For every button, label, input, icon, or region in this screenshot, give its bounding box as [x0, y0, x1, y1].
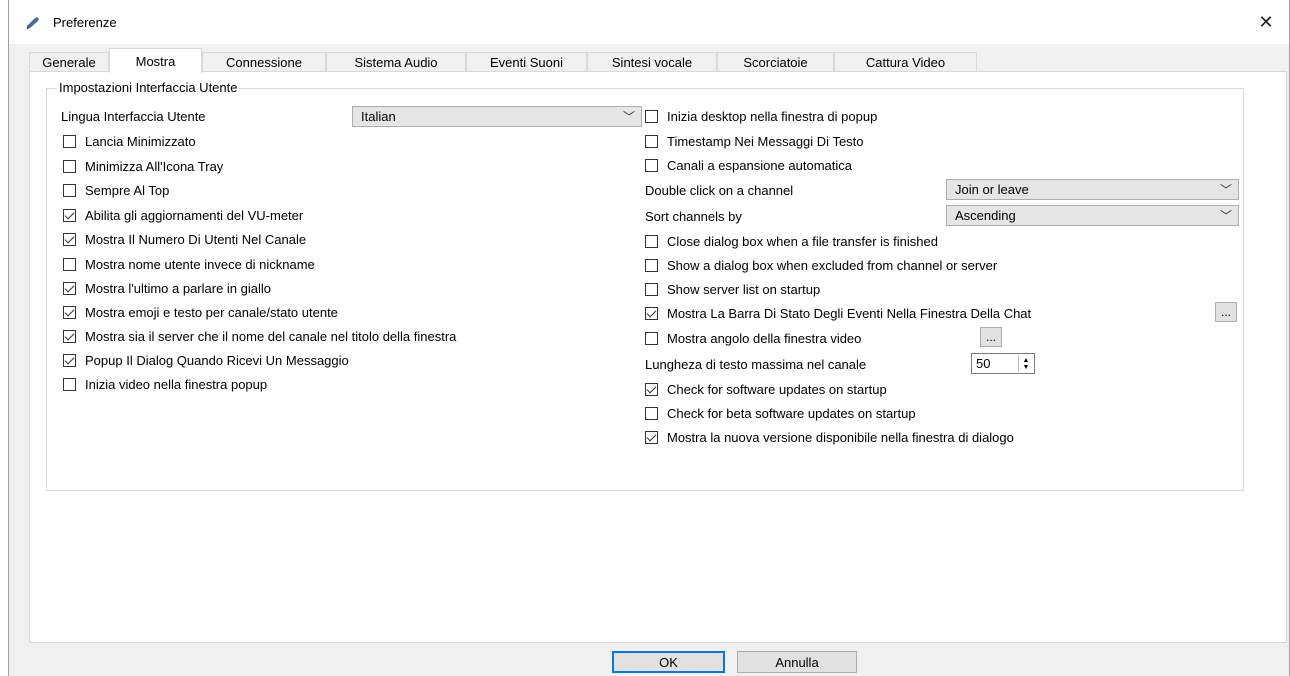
opt-popup-dialog[interactable]: Popup Il Dialog Quando Ricevi Un Messagg… [63, 351, 349, 369]
language-select[interactable]: Italian ﹀ [352, 106, 642, 127]
opt-sempre-al-top[interactable]: Sempre Al Top [63, 181, 169, 199]
checkbox[interactable] [63, 134, 76, 148]
checkbox[interactable] [63, 232, 76, 246]
max-text-spinner[interactable]: 50 ▲ ▼ [971, 353, 1035, 374]
cancel-button[interactable]: Annulla [737, 651, 857, 673]
checkbox[interactable] [645, 134, 658, 148]
spin-down-icon[interactable]: ▼ [1023, 364, 1030, 371]
tab-sistema-audio[interactable]: Sistema Audio [326, 52, 466, 72]
chevron-down-icon: ﹀ [622, 110, 635, 124]
opt-close-dialog-transfer[interactable]: Close dialog box when a file transfer is… [645, 232, 938, 250]
opt-server-canale-titolo[interactable]: Mostra sia il server che il nome del can… [63, 327, 456, 345]
checkbox[interactable] [63, 305, 76, 319]
opt-minimizza-tray[interactable]: Minimizza All'Icona Tray [63, 157, 223, 175]
spin-up-icon[interactable]: ▲ [1023, 357, 1030, 364]
sort-channels-select[interactable]: Ascending ﹀ [946, 205, 1239, 226]
opt-emoji-testo[interactable]: Mostra emoji e testo per canale/stato ut… [63, 303, 338, 321]
opt-barra-stato-eventi[interactable]: Mostra La Barra Di Stato Degli Eventi Ne… [645, 304, 1031, 322]
checkbox[interactable] [645, 306, 658, 320]
checkbox[interactable] [63, 208, 76, 222]
double-click-label: Double click on a channel [645, 182, 794, 198]
opt-numero-utenti[interactable]: Mostra Il Numero Di Utenti Nel Canale [63, 230, 306, 248]
opt-video-popup[interactable]: Inizia video nella finestra popup [63, 375, 267, 393]
opt-nome-utente[interactable]: Mostra nome utente invece di nickname [63, 255, 315, 273]
language-label: Lingua Interfaccia Utente [61, 108, 206, 124]
app-icon [27, 17, 39, 29]
double-click-select[interactable]: Join or leave ﹀ [946, 179, 1239, 200]
checkbox[interactable] [63, 159, 76, 173]
max-text-label: Lungheza di testo massima nel canale [645, 356, 867, 372]
tab-scorciatoie[interactable]: Scorciatoie [717, 52, 834, 72]
spin-arrows[interactable]: ▲ ▼ [1018, 355, 1033, 372]
checkbox[interactable] [63, 329, 76, 343]
tab-eventi-suoni[interactable]: Eventi Suoni [466, 52, 587, 72]
close-icon[interactable]: ✕ [1243, 0, 1289, 44]
opt-timestamp[interactable]: Timestamp Nei Messaggi Di Testo [645, 132, 864, 150]
opt-check-updates[interactable]: Check for software updates on startup [645, 380, 887, 398]
checkbox[interactable] [645, 382, 658, 396]
tab-connessione[interactable]: Connessione [202, 52, 326, 72]
chevron-down-icon: ﹀ [1219, 183, 1232, 197]
opt-angolo-video[interactable]: Mostra angolo della finestra video [645, 329, 861, 347]
angolo-video-settings-button[interactable]: ... [980, 327, 1002, 347]
checkbox[interactable] [63, 257, 76, 271]
opt-dialog-excluded[interactable]: Show a dialog box when excluded from cha… [645, 256, 997, 274]
opt-vu-meter[interactable]: Abilita gli aggiornamenti del VU-meter [63, 206, 303, 224]
ui-settings-group: Impostazioni Interfaccia Utente Lingua I… [46, 80, 1244, 491]
tab-sintesi-vocale[interactable]: Sintesi vocale [587, 52, 717, 72]
checkbox[interactable] [645, 430, 658, 444]
checkbox[interactable] [645, 234, 658, 248]
opt-lancia-minimizzato[interactable]: Lancia Minimizzato [63, 132, 196, 150]
window-title: Preferenze [53, 15, 117, 30]
title-bar: Preferenze ✕ [9, 0, 1289, 44]
opt-ultimo-giallo[interactable]: Mostra l'ultimo a parlare in giallo [63, 279, 271, 297]
checkbox[interactable] [63, 377, 76, 391]
checkbox[interactable] [63, 281, 76, 295]
opt-server-list-startup[interactable]: Show server list on startup [645, 280, 820, 298]
sort-channels-label: Sort channels by [645, 208, 742, 224]
opt-canali-espansione[interactable]: Canali a espansione automatica [645, 156, 852, 174]
barra-stato-settings-button[interactable]: ... [1215, 302, 1237, 322]
tab-generale[interactable]: Generale [29, 52, 109, 72]
tab-panel-mostra: Impostazioni Interfaccia Utente Lingua I… [29, 71, 1287, 643]
group-title: Impostazioni Interfaccia Utente [57, 80, 240, 95]
checkbox[interactable] [645, 258, 658, 272]
checkbox[interactable] [63, 353, 76, 367]
ok-button[interactable]: OK [612, 651, 725, 673]
tab-mostra[interactable]: Mostra [109, 48, 202, 73]
preferences-window: Preferenze ✕ Generale Mostra Connessione… [8, 0, 1290, 676]
opt-check-beta-updates[interactable]: Check for beta software updates on start… [645, 404, 916, 422]
checkbox[interactable] [645, 282, 658, 296]
checkbox[interactable] [645, 331, 658, 345]
chevron-down-icon: ﹀ [1219, 209, 1232, 223]
opt-desktop-popup[interactable]: Inizia desktop nella finestra di popup [645, 107, 877, 125]
opt-nuova-versione[interactable]: Mostra la nuova versione disponibile nel… [645, 428, 1014, 446]
checkbox[interactable] [63, 183, 76, 197]
checkbox[interactable] [645, 158, 658, 172]
tab-cattura-video[interactable]: Cattura Video [834, 52, 977, 72]
checkbox[interactable] [645, 109, 658, 123]
checkbox[interactable] [645, 406, 658, 420]
